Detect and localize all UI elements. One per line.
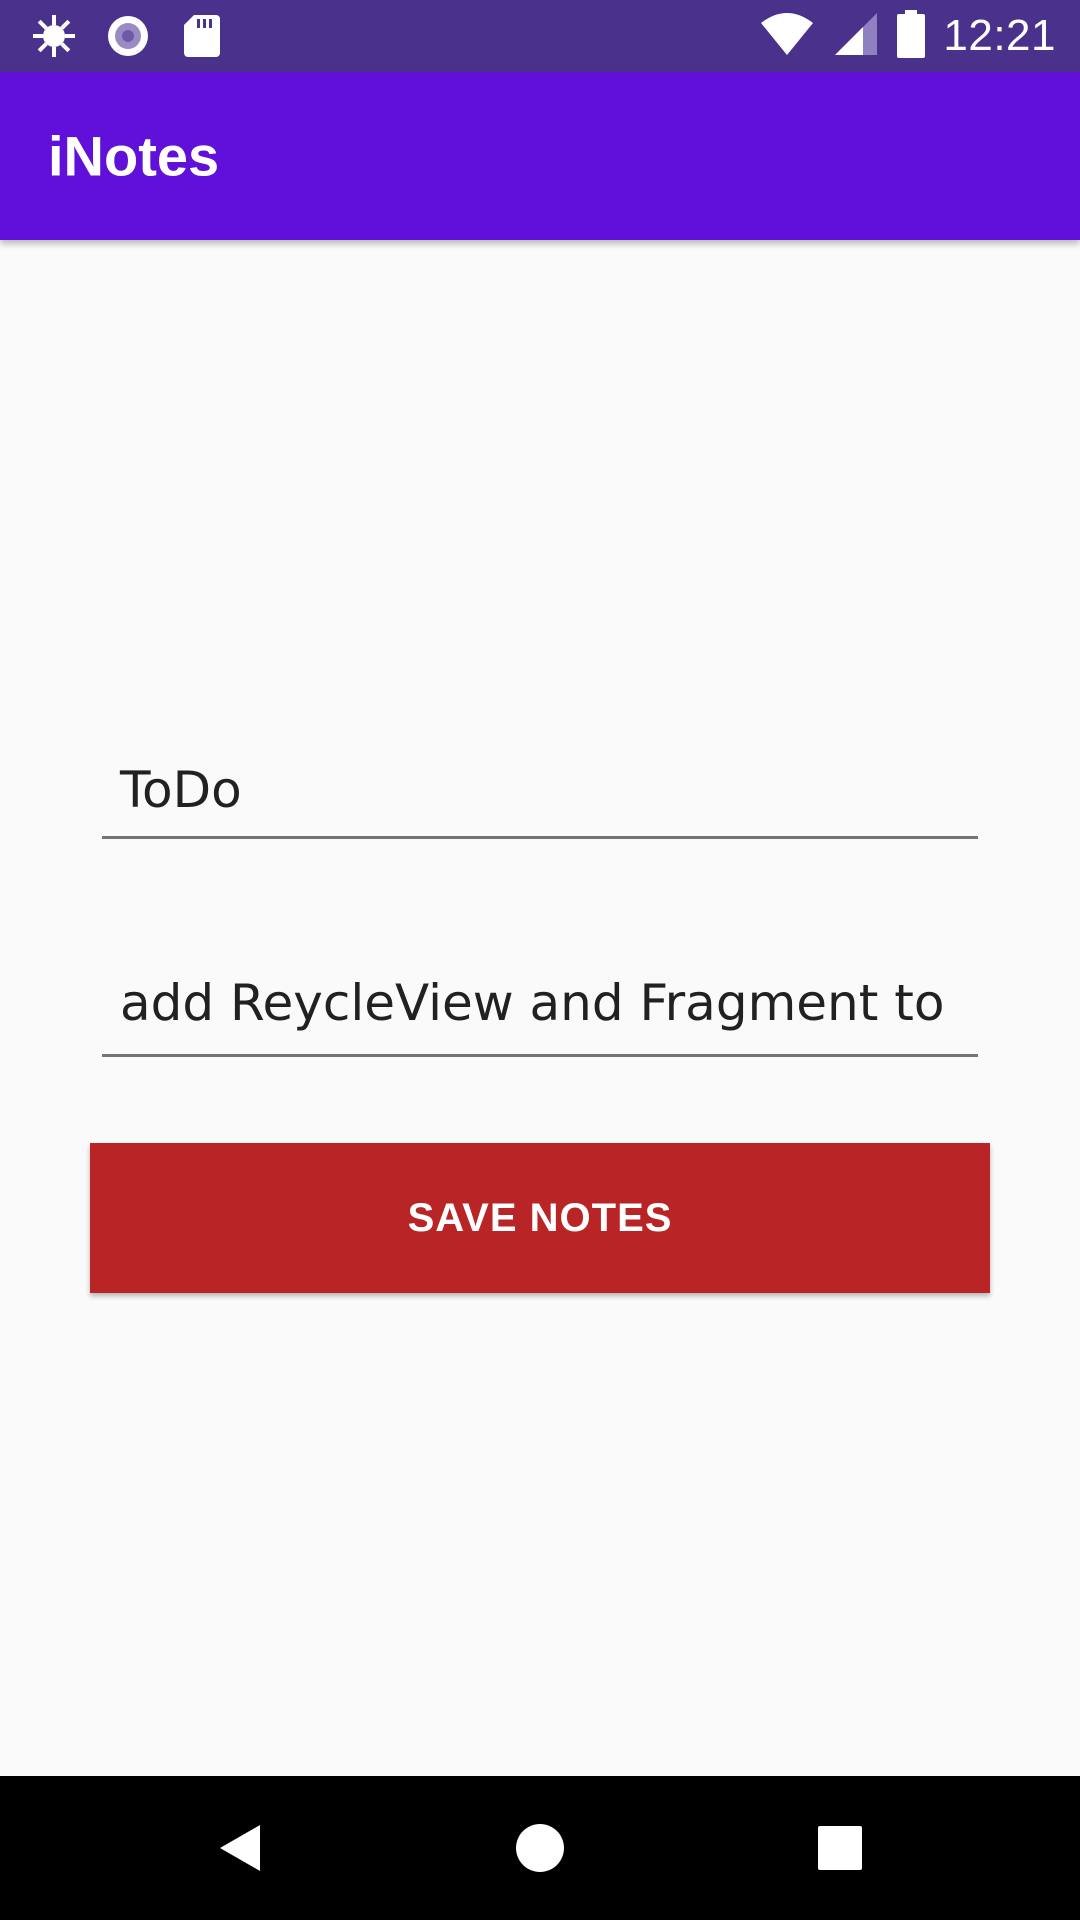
note-title-field[interactable]: ToDo — [102, 750, 978, 839]
note-body-value: add ReycleView and Fragment to — [120, 974, 945, 1032]
note-title-value: ToDo — [120, 761, 242, 819]
save-notes-button[interactable]: SAVE NOTES — [90, 1143, 990, 1293]
battery-icon — [897, 9, 926, 63]
app-bar: iNotes — [0, 72, 1080, 240]
note-body-field[interactable]: add ReycleView and Fragment to — [102, 948, 978, 1057]
status-left-icons — [30, 12, 226, 60]
save-notes-label: SAVE NOTES — [407, 1195, 673, 1240]
home-icon — [516, 1824, 564, 1872]
record-icon — [104, 12, 152, 60]
navigation-bar — [0, 1776, 1080, 1920]
home-button[interactable] — [504, 1812, 576, 1884]
status-bar: 12:21 — [0, 0, 1080, 72]
back-button[interactable] — [204, 1812, 276, 1884]
wifi-icon — [759, 11, 815, 62]
sd-card-icon — [178, 12, 226, 60]
note-form: ToDo add ReycleView and Fragment to SAVE… — [0, 240, 1080, 1776]
recents-icon — [818, 1826, 862, 1870]
cell-signal-icon — [833, 11, 879, 62]
back-icon — [220, 1825, 260, 1871]
settings-burst-icon — [30, 12, 78, 60]
status-right-icons: 12:21 — [759, 9, 1056, 63]
app-title: iNotes — [48, 124, 220, 188]
recents-button[interactable] — [804, 1812, 876, 1884]
status-time: 12:21 — [943, 11, 1056, 60]
